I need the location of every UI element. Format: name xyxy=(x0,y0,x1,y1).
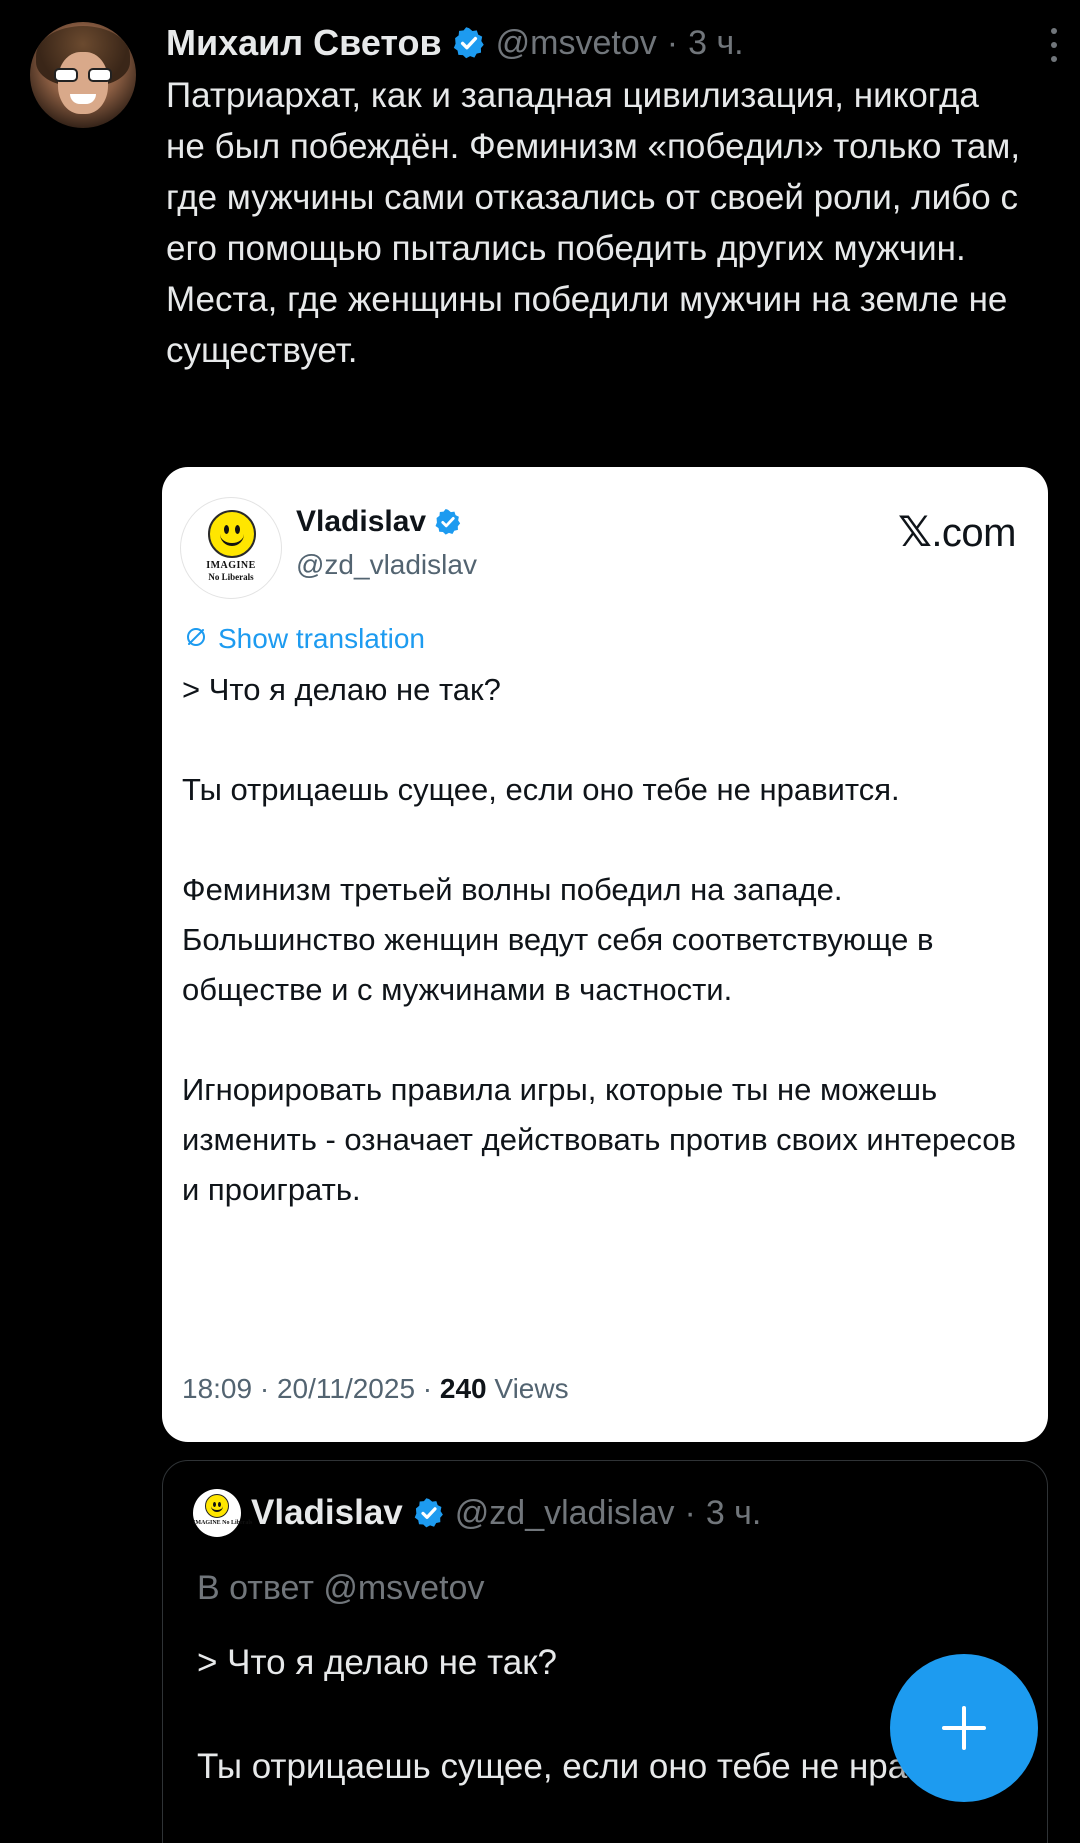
views-label: Views xyxy=(494,1373,569,1404)
verified-badge-icon xyxy=(434,508,462,536)
translate-icon xyxy=(184,625,208,654)
smiley-icon xyxy=(208,510,256,558)
separator-dot: · xyxy=(666,23,679,62)
main-author-name[interactable]: Михаил Светов xyxy=(166,22,442,64)
main-tweet-header: Михаил Светов @msvetov · 3 ч. xyxy=(166,20,744,66)
quoted-author-row: Vladislav xyxy=(296,505,462,539)
reply-to-label[interactable]: В ответ @msvetov xyxy=(197,1569,484,1608)
quoted-paragraph: Феминизм третьей волны победил на западе… xyxy=(182,872,934,1007)
quoted-paragraph: Игнорировать правила игры, которые ты не… xyxy=(182,1072,1017,1207)
verified-badge-icon xyxy=(452,26,486,60)
main-author-avatar[interactable] xyxy=(30,22,136,128)
reply-tweet-card[interactable]: IMAGINE No Liberals Vladislav @zd_vladis… xyxy=(162,1460,1048,1843)
quoted-paragraph: > Что я делаю не так? xyxy=(182,672,501,707)
plus-icon xyxy=(942,1706,986,1750)
compose-fab-button[interactable] xyxy=(890,1654,1038,1802)
reply-author-name[interactable]: Vladislav xyxy=(251,1493,403,1533)
quoted-tweet-card[interactable]: IMAGINE No Liberals Vladislav @zd_vladis… xyxy=(162,467,1048,1442)
x-com-logo: 𝕏.com xyxy=(897,507,1017,556)
reply-author-handle[interactable]: @zd_vladislav xyxy=(455,1494,675,1533)
quoted-tweet-body: > Что я делаю не так? Ты отрицаешь сущее… xyxy=(182,665,1022,1215)
main-author-handle[interactable]: @msvetov xyxy=(496,24,657,63)
quoted-author-name: Vladislav xyxy=(296,505,427,538)
separator-dot: · xyxy=(684,1493,696,1532)
quoted-author-avatar: IMAGINE No Liberals xyxy=(180,497,282,599)
smiley-icon xyxy=(205,1494,229,1518)
quoted-timestamp: 18:09 · 20/11/2025 · xyxy=(182,1373,440,1404)
verified-badge-icon xyxy=(413,1497,445,1529)
main-tweet-time[interactable]: 3 ч. xyxy=(688,24,744,63)
screen: Михаил Светов @msvetov · 3 ч. Патриархат… xyxy=(0,0,1080,1843)
reply-time[interactable]: 3 ч. xyxy=(706,1494,762,1533)
quoted-tweet-meta: 18:09 · 20/11/2025 · 240 Views xyxy=(182,1373,569,1405)
quoted-author-handle: @zd_vladislav xyxy=(296,549,477,580)
views-count: 240 xyxy=(439,1373,487,1404)
quoted-paragraph: Ты отрицаешь сущее, если оно тебе не нра… xyxy=(182,772,900,807)
more-options-icon[interactable] xyxy=(1048,28,1060,62)
show-translation-link[interactable]: Show translation xyxy=(184,623,425,655)
reply-author-avatar[interactable]: IMAGINE No Liberals xyxy=(193,1489,252,1537)
reply-paragraph: > Что я делаю не так? xyxy=(197,1643,557,1682)
reply-header: IMAGINE No Liberals Vladislav @zd_vladis… xyxy=(193,1489,761,1537)
main-tweet-text: Патриархат, как и западная цивилизация, … xyxy=(166,76,1021,370)
